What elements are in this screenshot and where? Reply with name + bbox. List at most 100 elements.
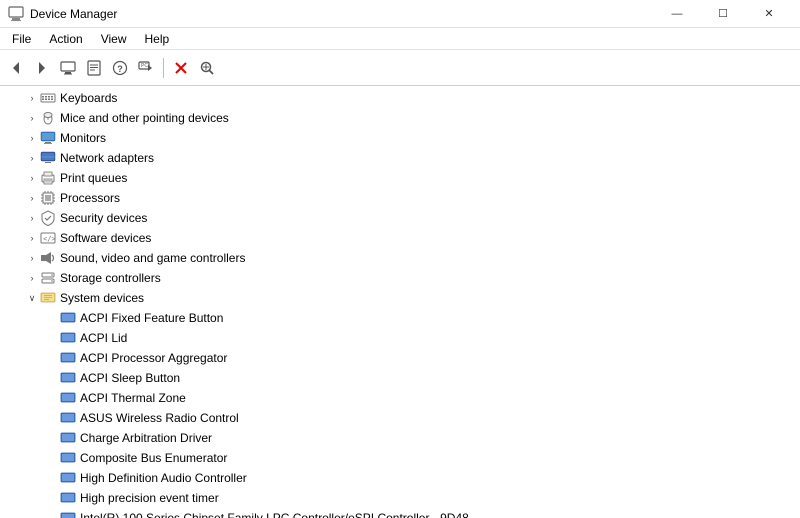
scan-button[interactable] (195, 56, 219, 80)
keyboards-icon (40, 90, 56, 106)
menu-action[interactable]: Action (41, 30, 90, 48)
uninstall-button[interactable] (169, 56, 193, 80)
charge-icon (60, 430, 76, 446)
expand-print[interactable]: › (24, 170, 40, 186)
forward-button[interactable] (30, 56, 54, 80)
list-item[interactable]: › </> Software devices (0, 228, 800, 248)
list-item[interactable]: › Print queues (0, 168, 800, 188)
expand-processors[interactable]: › (24, 190, 40, 206)
app-icon (8, 6, 24, 22)
list-item[interactable]: › ACPI Lid (0, 328, 800, 348)
network-label: Network adapters (60, 151, 154, 165)
expand-security[interactable]: › (24, 210, 40, 226)
list-item[interactable]: › Keyboards (0, 88, 800, 108)
processors-label: Processors (60, 191, 120, 205)
mice-label: Mice and other pointing devices (60, 111, 229, 125)
composite-icon (60, 450, 76, 466)
acpi-proc-icon (60, 350, 76, 366)
storage-label: Storage controllers (60, 271, 161, 285)
expand-system[interactable]: ∨ (24, 290, 40, 306)
toolbar: ? PC (0, 50, 800, 86)
network-icon (40, 150, 56, 166)
hd-audio-label: High Definition Audio Controller (80, 471, 247, 485)
acpi-lid-label: ACPI Lid (80, 331, 127, 345)
acpi-thermal-icon (60, 390, 76, 406)
composite-label: Composite Bus Enumerator (80, 451, 227, 465)
list-item[interactable]: › ACPI Sleep Button (0, 368, 800, 388)
expand-mice[interactable]: › (24, 110, 40, 126)
list-item[interactable]: › Security devices (0, 208, 800, 228)
help-button[interactable]: ? (108, 56, 132, 80)
list-item[interactable]: › ASUS Wireless Radio Control (0, 408, 800, 428)
asus-icon (60, 410, 76, 426)
hpet-icon (60, 490, 76, 506)
security-icon (40, 210, 56, 226)
main-content: › Keyboards › (0, 86, 800, 518)
list-item[interactable]: › ACPI Thermal Zone (0, 388, 800, 408)
keyboards-label: Keyboards (60, 91, 117, 105)
minimize-button[interactable]: — (654, 0, 700, 28)
security-label: Security devices (60, 211, 147, 225)
acpi-thermal-label: ACPI Thermal Zone (80, 391, 186, 405)
monitors-icon (40, 130, 56, 146)
mice-icon (40, 110, 56, 126)
list-item[interactable]: › Charge Arbitration Driver (0, 428, 800, 448)
list-item[interactable]: › Proces (0, 188, 800, 208)
list-item[interactable]: › ACPI Fixed Feature Button (0, 308, 800, 328)
acpi-fixed-icon (60, 310, 76, 326)
system-icon (40, 290, 56, 306)
menu-bar: File Action View Help (0, 28, 800, 50)
list-item[interactable]: ∨ System devices (0, 288, 800, 308)
menu-help[interactable]: Help (137, 30, 178, 48)
processors-icon (40, 190, 56, 206)
system-label: System devices (60, 291, 144, 305)
menu-file[interactable]: File (4, 30, 39, 48)
device-manager-button[interactable] (56, 56, 80, 80)
hpet-label: High precision event timer (80, 491, 219, 505)
close-button[interactable]: ✕ (746, 0, 792, 28)
menu-view[interactable]: View (93, 30, 135, 48)
hd-audio-icon (60, 470, 76, 486)
monitors-label: Monitors (60, 131, 106, 145)
list-item[interactable]: › High precision event timer (0, 488, 800, 508)
software-icon: </> (40, 230, 56, 246)
properties-button[interactable] (82, 56, 106, 80)
expand-sound[interactable]: › (24, 250, 40, 266)
expand-software[interactable]: › (24, 230, 40, 246)
svg-text:</>: </> (43, 235, 56, 243)
print-icon (40, 170, 56, 186)
list-item[interactable]: › Intel(R) 100 Series Chipset Family LPC… (0, 508, 800, 518)
print-label: Print queues (60, 171, 127, 185)
software-label: Software devices (60, 231, 151, 245)
list-item[interactable]: › Sound, video and game controllers (0, 248, 800, 268)
expand-network[interactable]: › (24, 150, 40, 166)
window-title: Device Manager (30, 7, 117, 21)
sound-label: Sound, video and game controllers (60, 251, 245, 265)
expand-monitors[interactable]: › (24, 130, 40, 146)
expand-keyboards[interactable]: › (24, 90, 40, 106)
list-item[interactable]: › Network adapters (0, 148, 800, 168)
list-item[interactable]: › Monitors (0, 128, 800, 148)
svg-text:?: ? (117, 64, 123, 74)
maximize-button[interactable]: ☐ (700, 0, 746, 28)
list-item[interactable]: › High Definition Audio Controller (0, 468, 800, 488)
acpi-fixed-label: ACPI Fixed Feature Button (80, 311, 223, 325)
acpi-sleep-label: ACPI Sleep Button (80, 371, 180, 385)
storage-icon (40, 270, 56, 286)
acpi-sleep-icon (60, 370, 76, 386)
update-driver-button[interactable]: PC (134, 56, 158, 80)
toolbar-separator (163, 58, 164, 78)
window-controls: — ☐ ✕ (654, 0, 792, 28)
acpi-proc-label: ACPI Processor Aggregator (80, 351, 227, 365)
list-item[interactable]: › Composite Bus Enumerator (0, 448, 800, 468)
list-item[interactable]: › ACPI Processor Aggregator (0, 348, 800, 368)
back-button[interactable] (4, 56, 28, 80)
list-item[interactable]: › Mice and other pointing devices (0, 108, 800, 128)
list-item[interactable]: › Storage controllers (0, 268, 800, 288)
asus-label: ASUS Wireless Radio Control (80, 411, 239, 425)
acpi-lid-icon (60, 330, 76, 346)
svg-text:PC: PC (141, 63, 148, 69)
expand-storage[interactable]: › (24, 270, 40, 286)
device-tree[interactable]: › Keyboards › (0, 86, 800, 518)
intel-lpc-icon (60, 510, 76, 518)
